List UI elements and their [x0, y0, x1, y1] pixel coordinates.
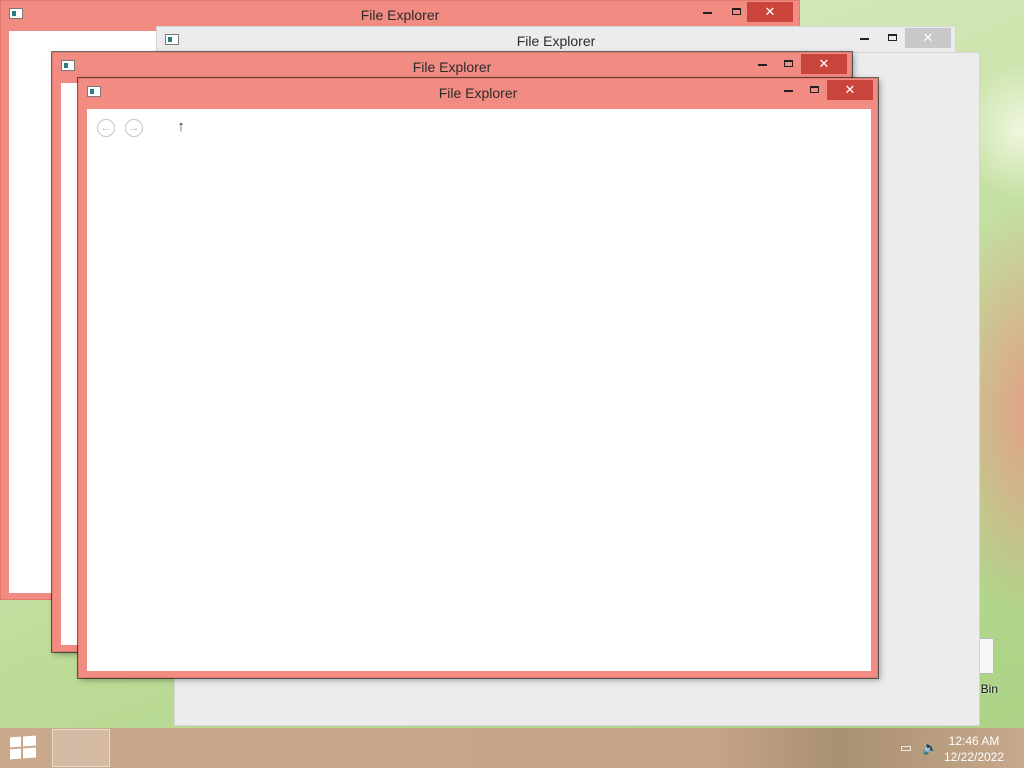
clock-time: 12:46 AM	[948, 734, 1000, 748]
window-title: File Explorer	[438, 85, 518, 101]
maximize-button[interactable]	[723, 1, 749, 21]
minimize-icon	[757, 63, 767, 66]
up-arrow-icon: ↑	[177, 118, 185, 135]
minimize-icon	[702, 11, 712, 14]
close-button[interactable]: ✕	[905, 28, 951, 48]
close-icon: ✕	[922, 30, 934, 45]
window-title: File Explorer	[360, 7, 440, 23]
back-button[interactable]: ←	[97, 119, 115, 137]
taskbar-file-explorer-button[interactable]	[52, 729, 110, 767]
maximize-button[interactable]	[775, 53, 801, 73]
window-title: File Explorer	[412, 59, 492, 75]
window-client-area: ← → ↑	[87, 109, 871, 671]
title-bar[interactable]: File Explorer ✕	[53, 53, 851, 81]
close-icon: ✕	[844, 82, 856, 97]
taskbar: ▭ 🔈 12:46 AM 12/22/2022	[0, 728, 1024, 768]
network-icon[interactable]: ▭	[898, 741, 914, 755]
file-explorer-window-4[interactable]: File Explorer ✕ ← → ↑	[78, 78, 878, 678]
minimize-icon	[859, 37, 869, 40]
maximize-icon	[887, 34, 897, 42]
forward-button[interactable]: →	[125, 119, 143, 137]
close-button[interactable]: ✕	[747, 2, 793, 22]
minimize-button[interactable]	[749, 54, 775, 74]
back-arrow-icon: ←	[100, 122, 112, 134]
minimize-button[interactable]	[775, 80, 801, 100]
taskbar-clock[interactable]: 12:46 AM 12/22/2022	[934, 733, 1014, 765]
start-button[interactable]	[8, 735, 38, 760]
title-bar[interactable]: File Explorer ✕	[79, 79, 877, 107]
close-icon: ✕	[818, 56, 830, 71]
close-button[interactable]: ✕	[801, 54, 847, 74]
maximize-icon	[783, 60, 793, 68]
desktop: le Bin File Explorer ✕ File Explorer ✕ F…	[0, 0, 1024, 768]
up-button[interactable]: ↑	[174, 118, 188, 136]
clock-date: 12/22/2022	[943, 750, 1005, 764]
maximize-icon	[731, 8, 741, 16]
forward-arrow-icon: →	[128, 122, 140, 134]
title-bar[interactable]: File Explorer ✕	[1, 1, 799, 29]
close-button[interactable]: ✕	[827, 80, 873, 100]
windows-logo-icon	[10, 736, 21, 748]
minimize-button[interactable]	[694, 2, 720, 22]
window-title: File Explorer	[516, 33, 596, 49]
maximize-button[interactable]	[801, 79, 827, 99]
minimize-icon	[783, 89, 793, 92]
maximize-icon	[809, 86, 819, 94]
maximize-button[interactable]	[879, 27, 905, 47]
minimize-button[interactable]	[851, 28, 877, 48]
close-icon: ✕	[764, 4, 776, 19]
title-bar[interactable]: File Explorer ✕	[157, 27, 955, 55]
